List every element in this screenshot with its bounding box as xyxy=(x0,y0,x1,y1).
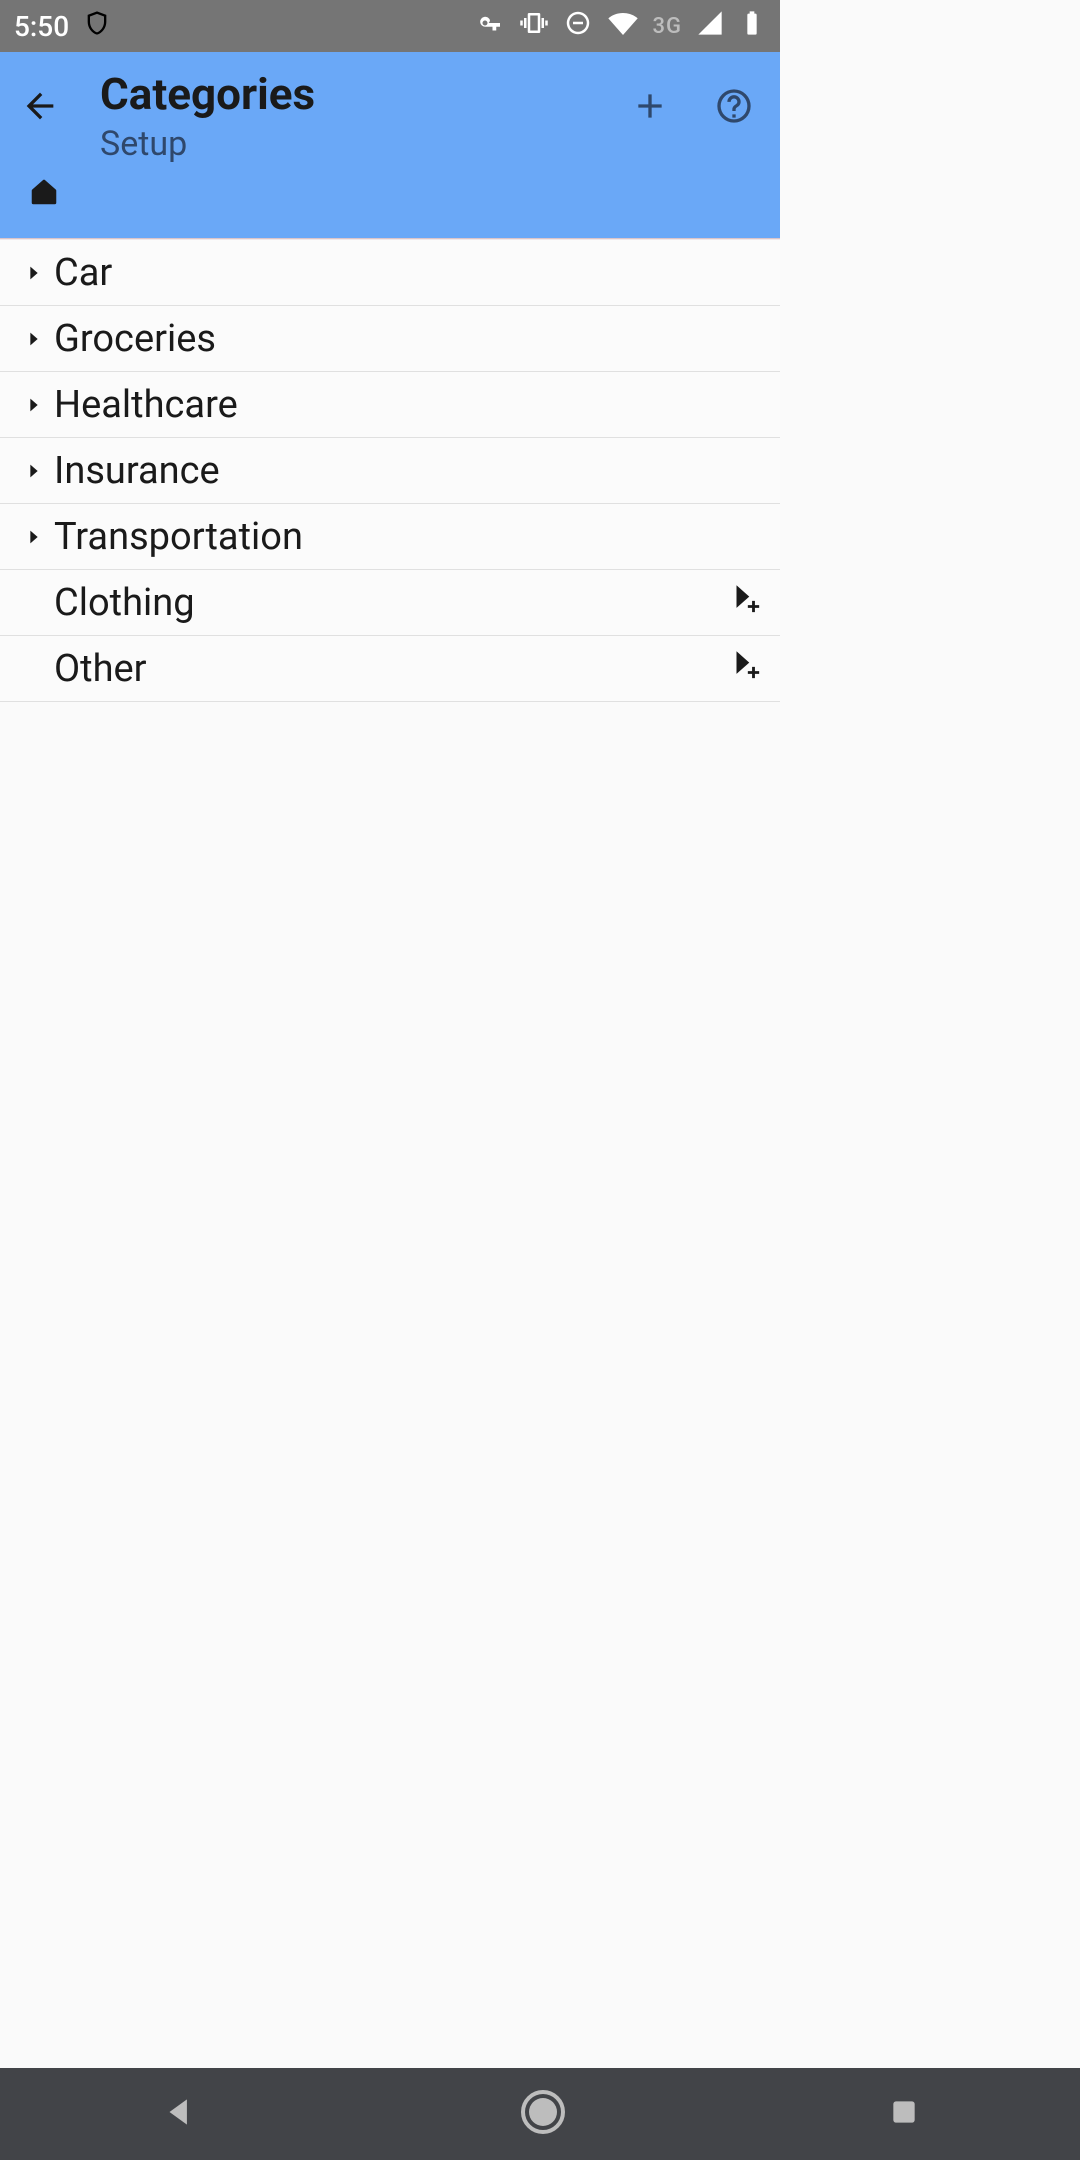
category-label: Clothing xyxy=(54,581,728,625)
do-not-disturb-icon xyxy=(563,8,593,45)
back-button[interactable] xyxy=(20,66,60,130)
category-row[interactable]: Transportation xyxy=(0,504,780,570)
help-button[interactable] xyxy=(714,86,754,130)
category-label: Healthcare xyxy=(54,383,766,427)
network-type-label: 3G xyxy=(653,14,683,39)
expand-icon[interactable] xyxy=(14,526,54,548)
expand-icon[interactable] xyxy=(14,262,54,284)
expand-icon[interactable] xyxy=(14,328,54,350)
expand-icon[interactable] xyxy=(14,394,54,416)
page-title: Categories xyxy=(100,68,630,120)
wifi-icon xyxy=(607,7,639,46)
category-label: Transportation xyxy=(54,515,766,559)
shield-icon xyxy=(83,9,111,44)
nav-recents-button[interactable] xyxy=(888,2096,920,2132)
category-label: Other xyxy=(54,647,728,691)
signal-icon xyxy=(696,9,724,44)
nav-back-button[interactable] xyxy=(160,2093,198,2135)
category-label: Groceries xyxy=(54,317,766,361)
category-row[interactable]: Groceries xyxy=(0,306,780,372)
expand-icon[interactable] xyxy=(14,460,54,482)
status-clock: 5:50 xyxy=(14,10,69,43)
category-row[interactable]: Insurance xyxy=(0,438,780,504)
status-bar: 5:50 3G xyxy=(0,0,780,52)
category-label: Insurance xyxy=(54,449,766,493)
add-button[interactable] xyxy=(630,86,670,130)
add-subcategory-icon[interactable] xyxy=(728,581,766,625)
vpn-key-icon xyxy=(475,8,505,45)
category-list: Car Groceries Healthcare Insurance Transport… xyxy=(0,240,780,702)
page-subtitle: Setup xyxy=(100,124,630,164)
vibrate-icon xyxy=(519,8,549,45)
app-bar: Categories Setup xyxy=(0,52,780,238)
category-row[interactable]: Healthcare xyxy=(0,372,780,438)
system-nav-bar xyxy=(0,2068,1080,2160)
battery-icon xyxy=(738,9,766,44)
category-row[interactable]: Other xyxy=(0,636,780,702)
add-subcategory-icon[interactable] xyxy=(728,647,766,691)
home-breadcrumb-icon[interactable] xyxy=(28,193,60,212)
category-row[interactable]: Car xyxy=(0,240,780,306)
nav-home-button[interactable] xyxy=(519,2088,567,2140)
category-row[interactable]: Clothing xyxy=(0,570,780,636)
category-label: Car xyxy=(54,251,766,295)
